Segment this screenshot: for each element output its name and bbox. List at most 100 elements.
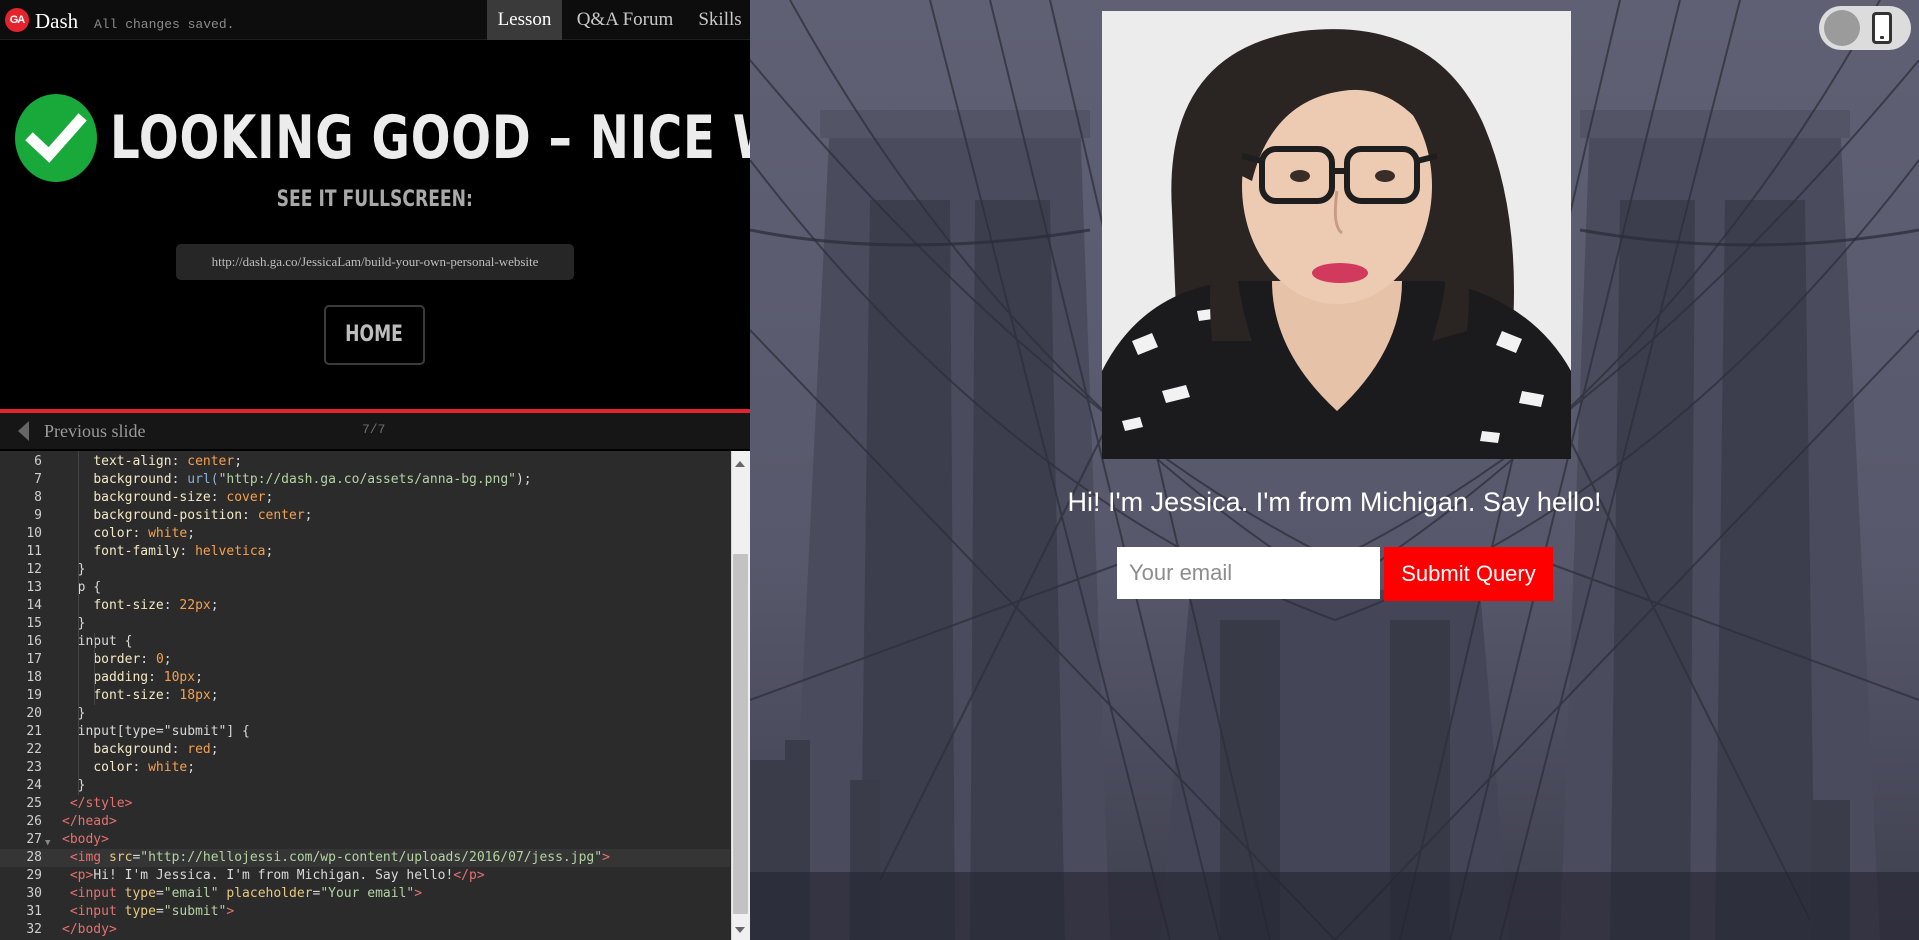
code-line[interactable]: 22 background: red; [0,741,730,759]
scroll-up-arrow-icon[interactable] [735,461,745,467]
code-text[interactable]: input[type="submit"] { [62,723,250,741]
code-text[interactable]: <p>Hi! I'm Jessica. I'm from Michigan. S… [62,867,485,885]
toggle-knob[interactable] [1824,10,1860,46]
chevron-left-icon[interactable] [18,421,29,441]
code-line[interactable]: 28 <img src="http://hellojessi.com/wp-co… [0,849,730,867]
code-token: > [414,886,423,901]
line-number: 10 [26,526,42,541]
code-line[interactable]: 10 color: white; [0,525,730,543]
code-token: <body> [62,832,109,847]
code-token: background-position [93,508,243,523]
code-text[interactable]: } [62,615,86,633]
code-token: 10px [163,670,196,685]
code-token: color [93,760,133,775]
code-text[interactable]: color: white; [62,525,195,543]
code-line[interactable]: 15 } [0,615,730,633]
code-line[interactable]: 13 p { [0,579,730,597]
code-token: : [140,652,156,667]
code-text[interactable]: <body> [62,831,109,849]
line-number: 27 [26,832,42,847]
line-number: 12 [26,562,42,577]
tab-qa-forum[interactable]: Q&A Forum [563,0,687,40]
code-text[interactable]: background-position: center; [62,507,312,525]
code-text[interactable]: input { [62,633,133,651]
code-token: background-size [93,490,211,505]
email-field[interactable] [1117,547,1380,599]
code-token: } [62,706,86,721]
scroll-down-arrow-icon[interactable] [735,927,745,933]
line-number: 29 [26,868,42,883]
mobile-phone-icon[interactable] [1872,12,1892,44]
code-line[interactable]: 26 </head> [0,813,730,831]
code-line[interactable]: 6 text-align: center; [0,453,730,471]
code-token: text-align [93,454,172,469]
previous-slide-link[interactable]: Previous slide [44,420,146,442]
code-text[interactable]: background: red; [62,741,218,759]
code-text[interactable]: </head> [62,813,117,831]
code-line[interactable]: 21 input[type="submit"] { [0,723,730,741]
code-text[interactable]: <img src="http://hellojessi.com/wp-conte… [62,849,610,867]
ga-logo[interactable]: GA [5,8,29,32]
tab-lesson[interactable]: Lesson [487,0,562,40]
code-text[interactable]: background-size: cover; [62,489,273,507]
code-line[interactable]: 30 <input type="email" placeholder="Your… [0,885,730,903]
code-line[interactable]: 31 <input type="submit"> [0,903,730,921]
code-token: <p> [69,868,94,883]
code-token: ); [515,472,532,487]
code-line[interactable]: 14 font-size: 22px; [0,597,730,615]
code-text[interactable]: </style> [62,795,133,813]
code-line[interactable]: 7 background: url("http://dash.ga.co/ass… [0,471,730,489]
code-line[interactable]: 12 } [0,561,730,579]
code-line[interactable]: 29 <p>Hi! I'm Jessica. I'm from Michigan… [0,867,730,885]
code-token: </body> [62,922,117,937]
code-line[interactable]: 8 background-size: cover; [0,489,730,507]
code-token: </head> [62,814,117,829]
code-line[interactable]: 27 <body> [0,831,730,849]
code-text[interactable]: color: white; [62,759,195,777]
code-line[interactable]: 9 background-position: center; [0,507,730,525]
code-token: "submit" [163,904,227,919]
code-text[interactable]: font-size: 22px; [62,597,218,615]
code-text[interactable]: padding: 10px; [62,669,203,687]
code-line[interactable]: 17 border: 0; [0,651,730,669]
code-text[interactable]: font-size: 18px; [62,687,218,705]
app-name[interactable]: Dash [35,9,78,33]
fullscreen-url-field[interactable]: http://dash.ga.co/JessicaLam/build-your-… [176,244,574,280]
code-token: = [155,886,164,901]
code-line[interactable]: 19 font-size: 18px; [0,687,730,705]
code-text[interactable]: </body> [62,921,117,939]
code-token: </style> [69,796,133,811]
code-editor[interactable]: 6 text-align: center; 7 background: url("… [0,451,750,940]
submit-query-button[interactable]: Submit Query [1384,547,1553,601]
tab-skills[interactable]: Skills [690,0,750,40]
code-text[interactable]: text-align: center; [62,453,242,471]
code-line[interactable]: 25 </style> [0,795,730,813]
code-line[interactable]: 24 } [0,777,730,795]
code-text[interactable]: } [62,705,86,723]
code-token: ; [195,670,203,685]
code-token: ; [234,454,243,469]
slide-nav-bar: Previous slide 7/7 [0,409,750,449]
code-text[interactable]: <input type="submit"> [62,903,234,921]
code-text[interactable]: background: url("http://dash.ga.co/asset… [62,471,532,489]
home-button[interactable]: HOME [324,305,425,365]
code-line[interactable]: 16 input { [0,633,730,651]
device-view-toggle[interactable] [1819,6,1911,50]
scrollbar-thumb[interactable] [733,554,748,914]
code-line[interactable]: 20 } [0,705,730,723]
code-text[interactable]: } [62,561,86,579]
slide-counter: 7/7 [362,422,386,437]
code-text[interactable]: p { [62,579,102,597]
code-line[interactable]: 11 font-family: helvetica; [0,543,730,561]
code-text[interactable]: } [62,777,86,795]
code-line[interactable]: 23 color: white; [0,759,730,777]
code-text[interactable]: <input type="email" placeholder="Your em… [62,885,422,903]
code-text[interactable]: font-family: helvetica; [62,543,273,561]
code-token: src [108,850,133,865]
line-number: 6 [34,454,42,469]
code-line[interactable]: 32 </body> [0,921,730,939]
fold-marker-icon[interactable]: ▼ [45,834,50,852]
code-line[interactable]: 18 padding: 10px; [0,669,730,687]
code-token: padding [93,670,149,685]
